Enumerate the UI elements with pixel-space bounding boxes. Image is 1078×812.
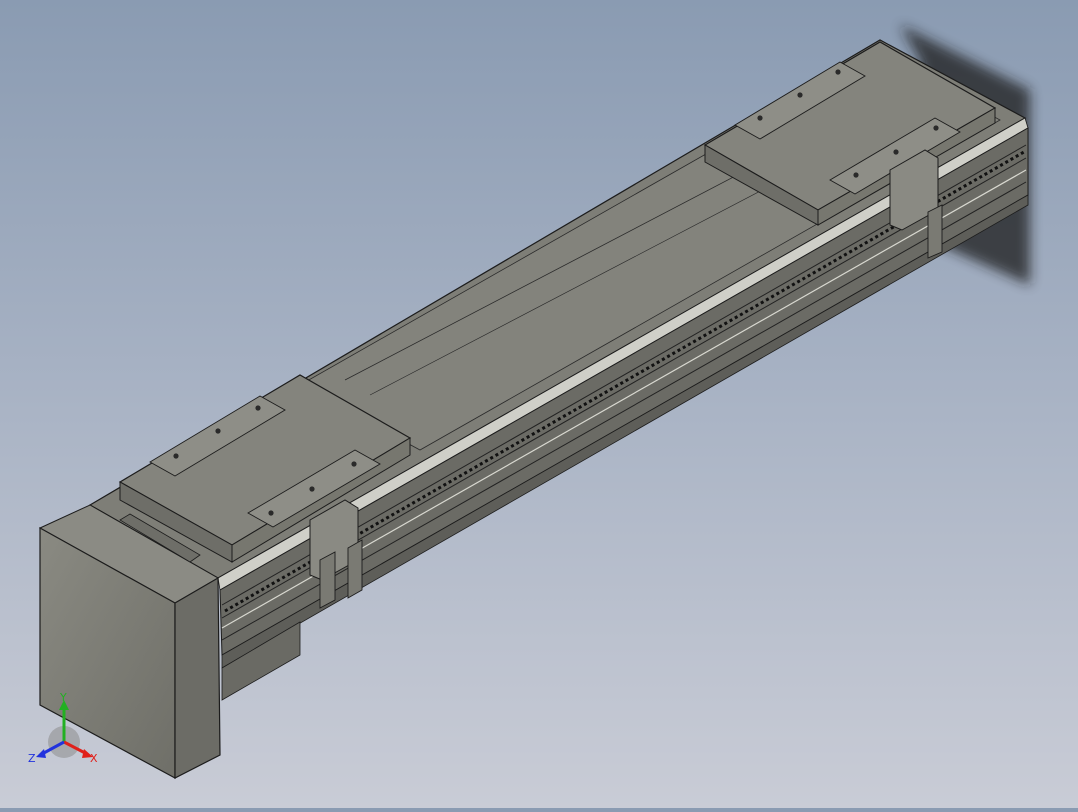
coordinate-triad: Y X Z <box>28 692 98 765</box>
x-axis-label: X <box>90 752 98 765</box>
z-axis-label: Z <box>28 752 36 765</box>
y-axis-label: Y <box>59 692 67 704</box>
model-view[interactable] <box>0 0 1078 808</box>
graphics-viewport[interactable]: Y X Z <box>0 0 1078 808</box>
